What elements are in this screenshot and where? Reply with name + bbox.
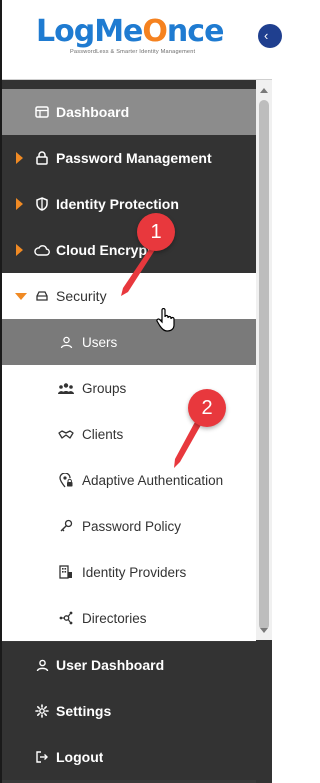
sidebar-subitem-label: Directories: [82, 610, 147, 626]
annotation-badge-1: 1: [137, 213, 175, 251]
expand-arrow-icon: [16, 198, 23, 210]
cloud-icon: [34, 242, 50, 258]
logo-text: LogMeOnce: [36, 14, 224, 49]
sidebar-subitem-password-policy[interactable]: Password Policy: [2, 503, 256, 549]
location-lock-icon: [58, 472, 74, 488]
sidebar-item-label: Cloud Encrypt: [56, 242, 152, 258]
frame-edge: [256, 640, 272, 783]
sidebar-item-identity-protection[interactable]: Identity Protection: [2, 181, 256, 227]
sidebar: Dashboard Password Management Identity P…: [2, 80, 256, 783]
network-icon: [58, 610, 74, 626]
logo-tagline: PasswordLess & Smarter Identity Manageme…: [70, 49, 196, 55]
sidebar-item-label: Identity Protection: [56, 196, 179, 212]
sidebar-subitem-label: Users: [82, 334, 118, 350]
sidebar-subitem-label: Groups: [82, 380, 127, 396]
sidebar-item-label: Security: [56, 288, 107, 304]
collapse-arrow-icon: [15, 292, 27, 300]
sidebar-item-label: Settings: [56, 703, 112, 719]
sidebar-item-logout[interactable]: Logout: [2, 734, 256, 780]
sidebar-subitem-label: Clients: [82, 426, 124, 442]
header: LogMeOnce PasswordLess & Smarter Identit…: [2, 0, 272, 80]
shield-icon: [34, 196, 50, 212]
scrollbar-thumb[interactable]: [259, 100, 269, 630]
sidebar-subitem-label: Identity Providers: [82, 564, 187, 580]
scroll-down-arrow-icon[interactable]: [260, 628, 268, 633]
annotation-badge-2: 2: [188, 389, 226, 427]
collapse-sidebar-button[interactable]: ‹: [258, 24, 282, 48]
gear-icon: [34, 703, 50, 719]
expand-arrow-icon: [16, 244, 23, 256]
sidebar-item-label: Dashboard: [56, 104, 130, 120]
sidebar-item-password-management[interactable]: Password Management: [2, 135, 256, 181]
security-drive-icon: [34, 288, 50, 304]
dashboard-icon: [34, 104, 50, 120]
logo[interactable]: LogMeOnce PasswordLess & Smarter Identit…: [36, 14, 236, 56]
expand-arrow-icon: [16, 152, 23, 164]
handshake-icon: [58, 426, 74, 442]
sidebar-subitem-identity-providers[interactable]: Identity Providers: [2, 549, 256, 595]
user-icon: [58, 334, 74, 350]
groups-icon: [58, 380, 74, 396]
sidebar-item-dashboard[interactable]: Dashboard: [2, 89, 256, 135]
sidebar-subitem-label: Adaptive Authentication: [82, 472, 224, 488]
sidebar-item-label: Password Management: [56, 150, 212, 166]
key-icon: [58, 518, 74, 534]
sidebar-item-label: User Dashboard: [56, 657, 165, 673]
sidebar-subitem-users[interactable]: Users: [2, 319, 256, 365]
lock-icon: [34, 150, 50, 166]
sidebar-scrollbar[interactable]: [256, 80, 272, 640]
sidebar-subitem-label: Password Policy: [82, 518, 182, 534]
sidebar-item-label: Logout: [56, 749, 104, 765]
sidebar-subitem-adaptive-authentication[interactable]: Adaptive Authentication: [2, 457, 256, 503]
sidebar-item-user-dashboard[interactable]: User Dashboard: [2, 642, 256, 688]
sidebar-subitem-directories[interactable]: Directories: [2, 595, 256, 641]
user-icon: [34, 657, 50, 673]
sidebar-item-security[interactable]: Security: [2, 273, 256, 319]
sidebar-spacer: [2, 80, 256, 89]
building-icon: [58, 564, 74, 580]
scroll-up-arrow-icon[interactable]: [260, 88, 268, 93]
sidebar-item-cloud-encryption[interactable]: Cloud Encrypt: [2, 227, 256, 273]
logout-icon: [34, 749, 50, 765]
sidebar-item-settings[interactable]: Settings: [2, 688, 256, 734]
